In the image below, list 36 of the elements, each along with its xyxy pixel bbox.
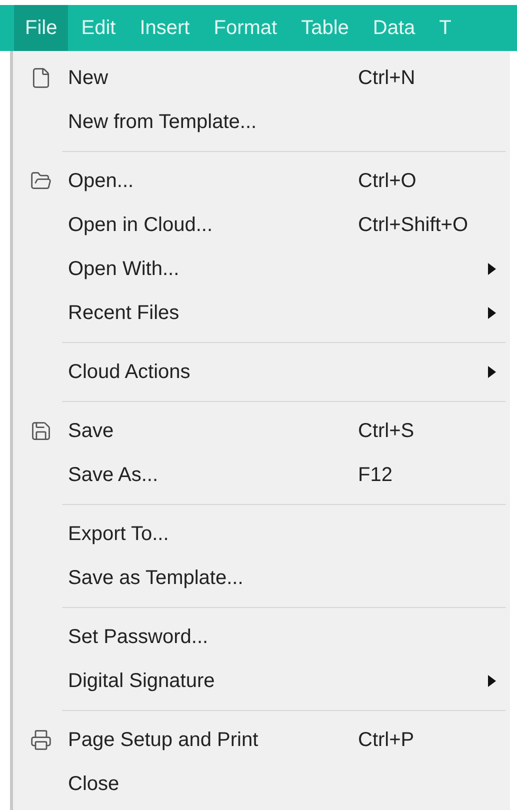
- shortcut-label: Ctrl+N: [358, 67, 416, 89]
- menu-item[interactable]: Page Setup and Print Ctrl+P: [13, 718, 510, 762]
- menu-item-label: Close: [68, 772, 120, 797]
- shortcut-label: Ctrl+O: [358, 170, 416, 192]
- menu-item-label: New from Template...: [68, 110, 258, 135]
- menu-item-label: Save as Template...: [68, 566, 244, 591]
- menu-item[interactable]: New from Template...: [13, 100, 510, 144]
- shortcut-label: Ctrl+S: [358, 420, 414, 442]
- menu-item-label: Save As...: [68, 463, 160, 488]
- menu-item-label: Set Password...: [68, 625, 210, 650]
- menu-item[interactable]: Close: [13, 762, 510, 806]
- menu-item[interactable]: Set Password...: [13, 615, 510, 659]
- menu-item[interactable]: Cloud Actions: [13, 350, 510, 394]
- menu-item-label: New: [68, 66, 110, 91]
- menu-item[interactable]: Save As... F12: [13, 453, 510, 497]
- menu-item-label: Recent Files: [68, 301, 180, 326]
- menu-item[interactable]: Save Ctrl+S: [13, 409, 510, 453]
- menu-item[interactable]: Recent Files: [13, 291, 510, 335]
- menu-item-label: Page Setup and Print: [68, 728, 260, 753]
- menu-item[interactable]: Open With...: [13, 247, 510, 291]
- shortcut-label: Ctrl+P: [358, 729, 414, 751]
- menu-item[interactable]: Open in Cloud... Ctrl+Shift+O: [13, 203, 510, 247]
- menu-item-label: Export To...: [68, 522, 170, 547]
- menu-item[interactable]: New Ctrl+N: [13, 56, 510, 100]
- menu-item[interactable]: Digital Signature: [13, 659, 510, 703]
- menu-item-label: Save: [68, 419, 115, 444]
- menu-item[interactable]: Save as Template...: [13, 556, 510, 600]
- menu-item-label: Open in Cloud...: [68, 213, 214, 238]
- shortcut-label: F12: [358, 464, 392, 486]
- shortcut-label: Ctrl+Shift+O: [358, 214, 468, 236]
- menu-item-label: Cloud Actions: [68, 360, 192, 385]
- menu-item[interactable]: Export To...: [13, 512, 510, 556]
- menu-item-label: Digital Signature: [68, 669, 216, 694]
- menu-item[interactable]: Open... Ctrl+O: [13, 159, 510, 203]
- menu-item-label: Open With...: [68, 257, 180, 282]
- menu-item-label: Open...: [68, 169, 135, 194]
